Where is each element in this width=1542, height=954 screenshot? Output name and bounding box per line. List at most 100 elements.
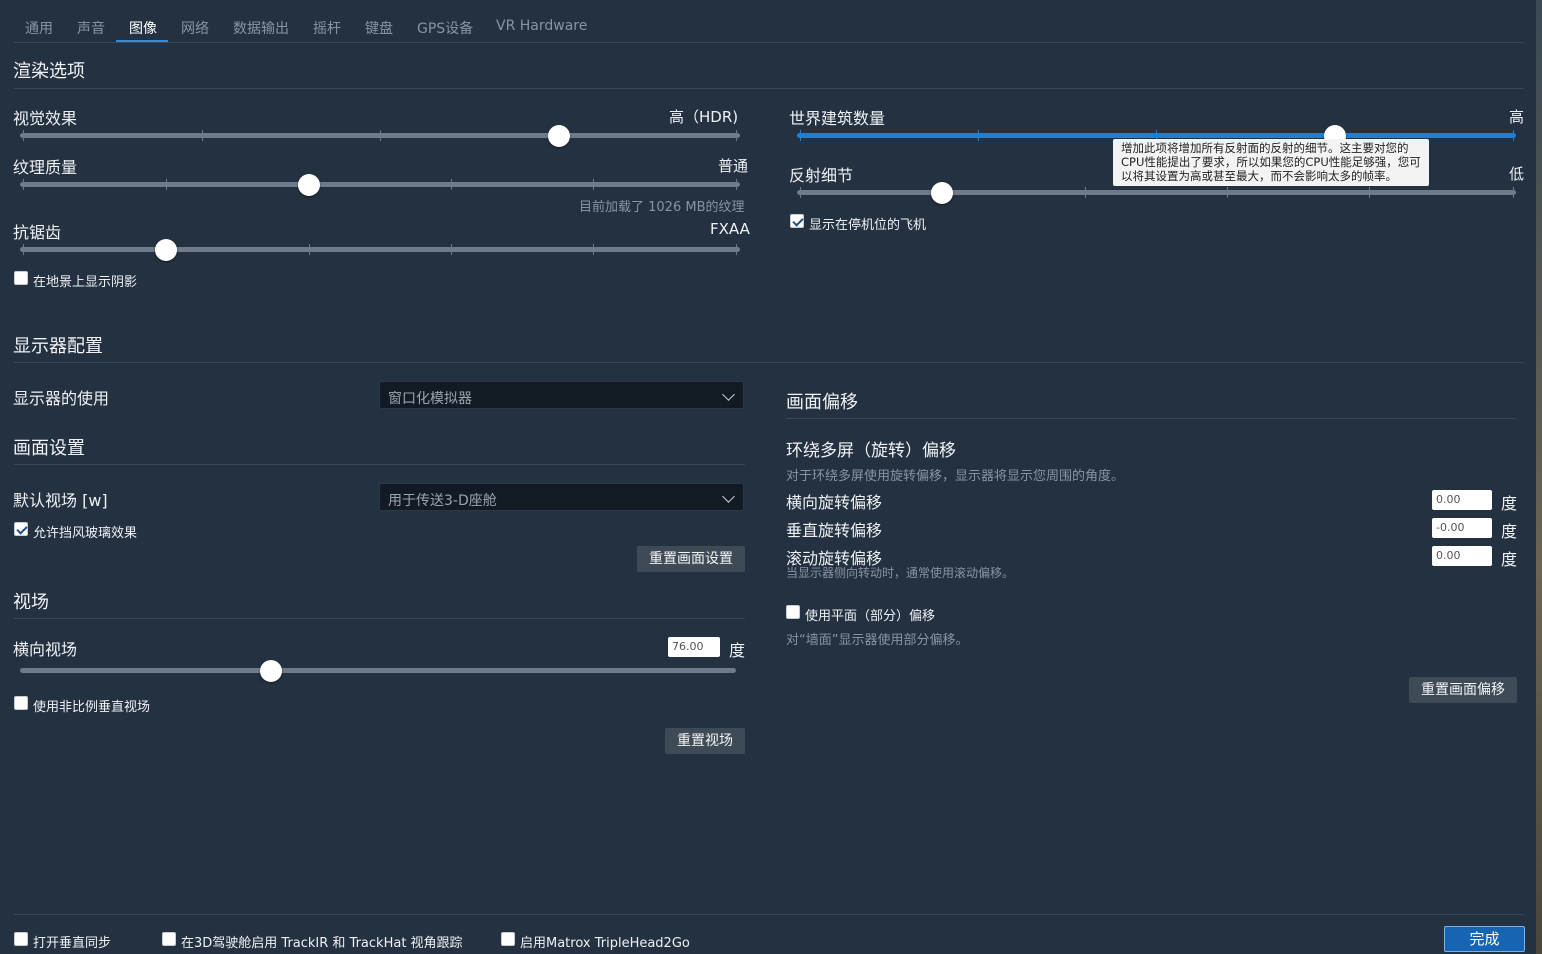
tick (23, 244, 24, 255)
matrox-checkbox[interactable] (501, 932, 515, 946)
reflection-detail-slider[interactable] (797, 190, 1516, 195)
tick (1227, 187, 1228, 198)
tick (451, 244, 452, 255)
texture-memory-note: 目前加载了 1026 MB的纹理 (579, 200, 745, 215)
default-view-dropdown[interactable]: 用于传送3-D座舱 (379, 483, 744, 511)
trackir-checkbox[interactable] (162, 932, 176, 946)
yaw-offset-unit: 度 (1501, 494, 1518, 513)
chevron-down-icon (722, 490, 735, 503)
monitor-config-title: 显示器配置 (13, 336, 103, 357)
tick (166, 179, 167, 190)
tab-joystick[interactable]: 摇杆 (313, 18, 341, 38)
shadows-checkbox[interactable] (14, 271, 28, 285)
pitch-offset-input[interactable]: -0.00 (1432, 518, 1492, 538)
world-objects-label: 世界建筑数量 (789, 109, 886, 128)
monitor-usage-label: 显示器的使用 (13, 389, 110, 408)
planar-offset-label: 使用平面（部分）偏移 (805, 609, 936, 624)
horizontal-fov-input[interactable]: 76.00 (668, 637, 720, 657)
roll-offset-note: 当显示器侧向转动时，通常使用滚动偏移。 (786, 566, 1015, 580)
horizontal-fov-handle[interactable] (260, 660, 282, 682)
horizontal-fov-unit: 度 (729, 641, 746, 660)
texture-quality-value: 普通 (718, 157, 749, 175)
antialiasing-handle[interactable] (155, 239, 177, 261)
default-view-label: 默认视场 [w] (13, 491, 108, 510)
monitor-divider (14, 362, 1524, 363)
tick (800, 187, 801, 198)
tab-keyboard[interactable]: 键盘 (365, 18, 393, 38)
rendering-divider (14, 88, 1524, 89)
antialiasing-label: 抗锯齿 (13, 223, 62, 242)
view-settings-divider (14, 464, 745, 465)
tab-vr-hardware[interactable]: VR Hardware (496, 18, 587, 34)
tab-data-output[interactable]: 数据输出 (233, 18, 289, 38)
visual-effects-value: 高（HDR) (669, 108, 739, 126)
tick (978, 130, 979, 141)
visual-effects-handle[interactable] (548, 125, 570, 147)
window-edge (1536, 0, 1542, 954)
offset-divider (786, 418, 1516, 419)
tick (593, 244, 594, 255)
tick (23, 179, 24, 190)
tick (800, 130, 801, 141)
texture-quality-handle[interactable] (298, 174, 320, 196)
reflection-tooltip: 增加此项将增加所有反射面的反射的细节。这主要对您的CPU性能提出了要求，所以如果… (1113, 139, 1429, 186)
antialiasing-value: FXAA (710, 220, 750, 238)
fov-divider (14, 618, 745, 619)
yaw-offset-input[interactable]: 0.00 (1432, 490, 1492, 510)
offset-title: 画面偏移 (786, 392, 858, 413)
tab-sound[interactable]: 声音 (77, 18, 105, 38)
visual-effects-label: 视觉效果 (13, 109, 78, 128)
fov-title: 视场 (13, 592, 49, 613)
tick (309, 244, 310, 255)
yaw-offset-label: 横向旋转偏移 (786, 493, 883, 512)
monitor-usage-dropdown[interactable]: 窗口化模拟器 (379, 381, 744, 409)
pitch-offset-unit: 度 (1501, 522, 1518, 541)
default-view-value: 用于传送3-D座舱 (388, 493, 497, 509)
horizontal-fov-slider[interactable] (20, 668, 736, 673)
texture-quality-slider[interactable] (20, 182, 740, 187)
rendering-title: 渲染选项 (13, 61, 85, 82)
texture-quality-label: 纹理质量 (13, 158, 78, 177)
tab-general[interactable]: 通用 (25, 18, 53, 38)
roll-offset-unit: 度 (1501, 550, 1518, 569)
surround-offset-desc: 对于环绕多屏使用旋转偏移，显示器将显示您周围的角度。 (786, 469, 1125, 484)
reset-fov-button[interactable]: 重置视场 (665, 728, 745, 754)
planar-offset-checkbox[interactable] (786, 605, 800, 619)
view-settings-title: 画面设置 (13, 438, 85, 459)
antialiasing-slider[interactable] (20, 247, 740, 252)
trackir-label: 在3D驾驶舱启用 TrackIR 和 TrackHat 视角跟踪 (181, 936, 463, 951)
tab-network[interactable]: 网络 (181, 18, 209, 38)
vsync-checkbox[interactable] (14, 932, 28, 946)
tick (451, 179, 452, 190)
tick (736, 130, 737, 141)
done-button[interactable]: 完成 (1444, 926, 1525, 952)
roll-offset-input[interactable]: 0.00 (1432, 546, 1492, 566)
reflection-detail-value: 低 (1509, 165, 1525, 183)
chevron-down-icon (722, 388, 735, 401)
tick (1513, 130, 1514, 141)
tick (23, 130, 24, 141)
parked-aircraft-checkbox[interactable] (790, 214, 804, 228)
vsync-label: 打开垂直同步 (33, 936, 112, 951)
tick (380, 130, 381, 141)
horizontal-fov-label: 横向视场 (13, 640, 78, 659)
matrox-label: 启用Matrox TripleHead2Go (520, 936, 690, 951)
tab-divider (14, 42, 1524, 43)
tick (736, 179, 737, 190)
nonprop-fov-checkbox[interactable] (14, 696, 28, 710)
tick (736, 244, 737, 255)
pitch-offset-label: 垂直旋转偏移 (786, 521, 883, 540)
tab-graphics[interactable]: 图像 (129, 18, 157, 38)
reset-view-settings-button[interactable]: 重置画面设置 (637, 546, 745, 572)
reset-offset-button[interactable]: 重置画面偏移 (1409, 677, 1517, 703)
shadows-label: 在地景上显示阴影 (33, 275, 138, 290)
world-objects-value: 高 (1509, 108, 1525, 126)
reflection-detail-label: 反射细节 (789, 166, 854, 185)
windshield-checkbox[interactable] (14, 522, 28, 536)
nonprop-fov-label: 使用非比例垂直视场 (33, 700, 151, 715)
tick (202, 130, 203, 141)
tick (1085, 187, 1086, 198)
parked-aircraft-label: 显示在停机位的飞机 (809, 218, 927, 233)
reflection-detail-handle[interactable] (931, 182, 953, 204)
tab-gps[interactable]: GPS设备 (417, 18, 473, 38)
